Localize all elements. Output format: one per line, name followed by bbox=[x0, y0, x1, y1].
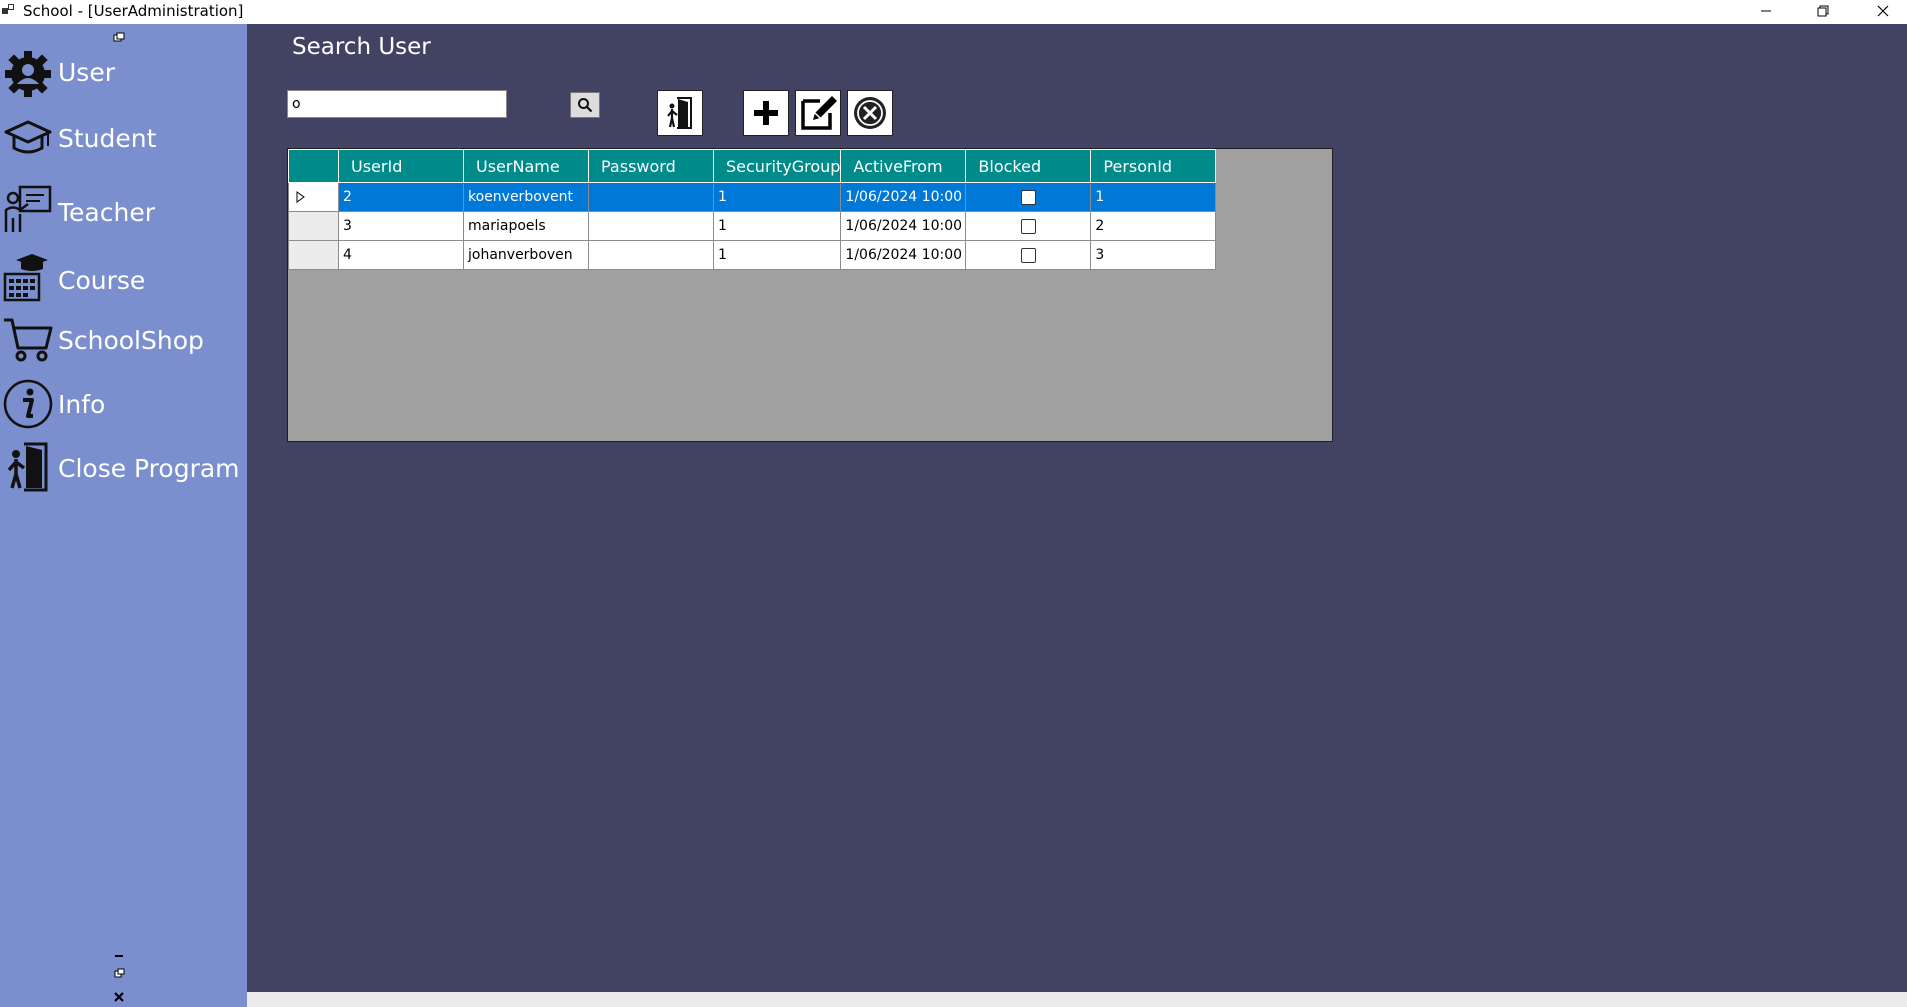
cell-securitygroup[interactable]: 1 bbox=[712, 182, 842, 212]
cell-password[interactable] bbox=[588, 240, 714, 270]
cell-personid[interactable]: 2 bbox=[1090, 211, 1217, 241]
row-header[interactable] bbox=[288, 211, 339, 241]
exit-door-icon bbox=[7, 442, 48, 492]
restore-icon bbox=[1817, 5, 1829, 17]
column-header-activefrom[interactable]: ActiveFrom bbox=[840, 149, 967, 183]
cell-securitygroup[interactable]: 1 bbox=[712, 211, 842, 241]
add-button[interactable] bbox=[743, 90, 789, 136]
child-restore-button[interactable] bbox=[112, 966, 126, 980]
cell-securitygroup[interactable]: 1 bbox=[712, 240, 842, 270]
sidebar-item-label: Close Program bbox=[58, 454, 240, 483]
cell-blocked[interactable] bbox=[965, 182, 1092, 212]
cell-password[interactable] bbox=[588, 182, 714, 212]
sidebar-item-label: Student bbox=[58, 124, 157, 153]
restore-icon[interactable] bbox=[113, 32, 125, 42]
teacher-icon bbox=[4, 185, 52, 232]
user-gear-icon bbox=[5, 51, 51, 97]
table-row[interactable]: 2 koenverbovent 1 1/06/2024 10:00 1 bbox=[288, 182, 1217, 212]
row-header[interactable] bbox=[288, 182, 339, 212]
grid-corner-cell[interactable] bbox=[288, 149, 339, 183]
sidebar-item-teacher[interactable]: Teacher bbox=[0, 184, 247, 240]
row-header[interactable] bbox=[288, 240, 339, 270]
exit-door-icon bbox=[667, 97, 692, 129]
shopping-cart-icon bbox=[4, 318, 53, 362]
cell-activefrom[interactable]: 1/06/2024 10:00 bbox=[840, 240, 967, 270]
search-icon bbox=[578, 98, 593, 113]
users-data-grid[interactable]: UserId UserName Password SecurityGroup A… bbox=[287, 148, 1333, 442]
sidebar-item-schoolshop[interactable]: SchoolShop bbox=[0, 314, 247, 370]
cell-username[interactable]: johanverboven bbox=[463, 240, 589, 270]
table-row[interactable]: 4 johanverboven 1 1/06/2024 10:00 3 bbox=[288, 240, 1217, 270]
window-title: School - [UserAdministration] bbox=[23, 2, 244, 20]
sidebar-item-label: Info bbox=[58, 390, 106, 419]
page-title: Search User bbox=[292, 34, 431, 60]
sidebar-item-info[interactable]: Info bbox=[0, 376, 247, 432]
cell-activefrom[interactable]: 1/06/2024 10:00 bbox=[840, 182, 967, 212]
close-icon bbox=[1877, 5, 1889, 17]
app-icon bbox=[2, 4, 14, 14]
sidebar-item-close-program[interactable]: Close Program bbox=[0, 440, 247, 496]
title-bar: School - [UserAdministration] bbox=[0, 0, 1907, 25]
add-icon bbox=[754, 101, 778, 125]
window-restore-button[interactable] bbox=[1800, 0, 1846, 22]
graduation-cap-icon bbox=[4, 120, 52, 154]
edit-icon bbox=[801, 96, 837, 130]
minimize-icon bbox=[1761, 10, 1771, 12]
sidebar: User Student Teacher Course SchoolShop I… bbox=[0, 24, 247, 1007]
cell-personid[interactable]: 1 bbox=[1090, 182, 1217, 212]
window-close-button[interactable] bbox=[1860, 0, 1906, 22]
cell-personid[interactable]: 3 bbox=[1090, 240, 1217, 270]
column-header-username[interactable]: UserName bbox=[463, 149, 589, 183]
search-button[interactable] bbox=[570, 92, 600, 118]
search-input[interactable] bbox=[287, 90, 507, 118]
minimize-icon bbox=[115, 955, 123, 957]
exit-button[interactable] bbox=[657, 90, 703, 136]
column-header-personid[interactable]: PersonId bbox=[1090, 149, 1217, 183]
cell-userid[interactable]: 3 bbox=[338, 211, 464, 241]
current-row-arrow-icon bbox=[296, 191, 305, 203]
info-icon bbox=[3, 379, 53, 429]
blocked-checkbox[interactable] bbox=[1020, 189, 1036, 205]
blocked-checkbox[interactable] bbox=[1020, 218, 1036, 234]
column-header-securitygroup[interactable]: SecurityGroup bbox=[712, 149, 842, 183]
sidebar-item-label: SchoolShop bbox=[58, 326, 204, 355]
cell-blocked[interactable] bbox=[965, 211, 1092, 241]
restore-icon bbox=[114, 968, 124, 978]
child-minimize-button[interactable] bbox=[112, 948, 126, 962]
close-icon bbox=[114, 992, 124, 1002]
cell-userid[interactable]: 2 bbox=[338, 182, 464, 212]
column-header-password[interactable]: Password bbox=[588, 149, 714, 183]
cell-username[interactable]: koenverbovent bbox=[463, 182, 589, 212]
cell-activefrom[interactable]: 1/06/2024 10:00 bbox=[840, 211, 967, 241]
cell-blocked[interactable] bbox=[965, 240, 1092, 270]
column-header-blocked[interactable]: Blocked bbox=[965, 149, 1092, 183]
sidebar-item-label: Course bbox=[58, 266, 146, 295]
cell-username[interactable]: mariapoels bbox=[463, 211, 589, 241]
blocked-checkbox[interactable] bbox=[1020, 247, 1036, 263]
course-calendar-icon bbox=[3, 254, 48, 302]
users-table: UserId UserName Password SecurityGroup A… bbox=[288, 149, 1217, 270]
cell-password[interactable] bbox=[588, 211, 714, 241]
edit-button[interactable] bbox=[795, 90, 841, 136]
delete-icon bbox=[854, 97, 886, 129]
sidebar-item-label: User bbox=[58, 58, 115, 87]
sidebar-item-label: Teacher bbox=[58, 198, 155, 227]
table-header-row: UserId UserName Password SecurityGroup A… bbox=[288, 149, 1217, 183]
sidebar-item-student[interactable]: Student bbox=[0, 112, 247, 168]
window-minimize-button[interactable] bbox=[1743, 0, 1789, 22]
delete-button[interactable] bbox=[847, 90, 893, 136]
child-close-button[interactable] bbox=[112, 990, 126, 1004]
table-row[interactable]: 3 mariapoels 1 1/06/2024 10:00 2 bbox=[288, 211, 1217, 241]
cell-userid[interactable]: 4 bbox=[338, 240, 464, 270]
horizontal-scrollbar-area[interactable] bbox=[247, 992, 1907, 1007]
column-header-userid[interactable]: UserId bbox=[338, 149, 464, 183]
sidebar-item-course[interactable]: Course bbox=[0, 252, 247, 308]
sidebar-item-user[interactable]: User bbox=[0, 48, 247, 104]
main-panel: Search User o UserId UserName Password S… bbox=[247, 24, 1907, 992]
